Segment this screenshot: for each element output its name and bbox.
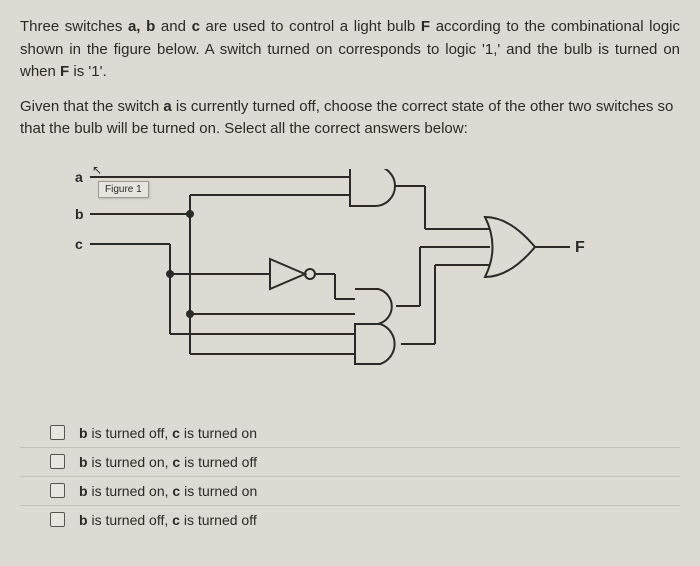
input-label-c: c (75, 236, 83, 252)
checkbox[interactable] (50, 425, 65, 440)
input-label-b: b (75, 206, 84, 222)
text-bold: F (421, 18, 430, 35)
text-bold: c (192, 18, 200, 35)
text-bold: F (60, 63, 69, 80)
text: Given that the switch (20, 98, 163, 115)
text-bold: a (163, 98, 171, 115)
input-label-a: a (75, 169, 83, 185)
option-text: b is turned off, c is turned on (79, 425, 257, 441)
option-row[interactable]: b is turned off, c is turned off (20, 506, 680, 534)
question-paragraph-1: Three switches a, b and c are used to co… (20, 16, 680, 84)
checkbox[interactable] (50, 483, 65, 498)
checkbox[interactable] (50, 512, 65, 527)
option-row[interactable]: b is turned on, c is turned on (20, 477, 680, 506)
option-text: b is turned off, c is turned off (79, 512, 257, 528)
option-row[interactable]: b is turned on, c is turned off (20, 448, 680, 477)
text: Three switches (20, 18, 128, 35)
option-text: b is turned on, c is turned on (79, 483, 257, 499)
answer-options: b is turned off, c is turned on b is tur… (20, 419, 680, 534)
text: and (155, 18, 191, 35)
text: are used to control a light bulb (200, 18, 421, 35)
checkbox[interactable] (50, 454, 65, 469)
question-paragraph-2: Given that the switch a is currently tur… (20, 96, 680, 141)
option-text: b is turned on, c is turned off (79, 454, 257, 470)
option-row[interactable]: b is turned off, c is turned on (20, 419, 680, 448)
circuit-figure: ↖ a b c F Figure 1 (20, 161, 680, 391)
text-bold: a, b (128, 18, 155, 35)
logic-circuit-diagram (90, 169, 570, 379)
text: is '1'. (69, 63, 106, 80)
output-label-f: F (575, 239, 585, 257)
